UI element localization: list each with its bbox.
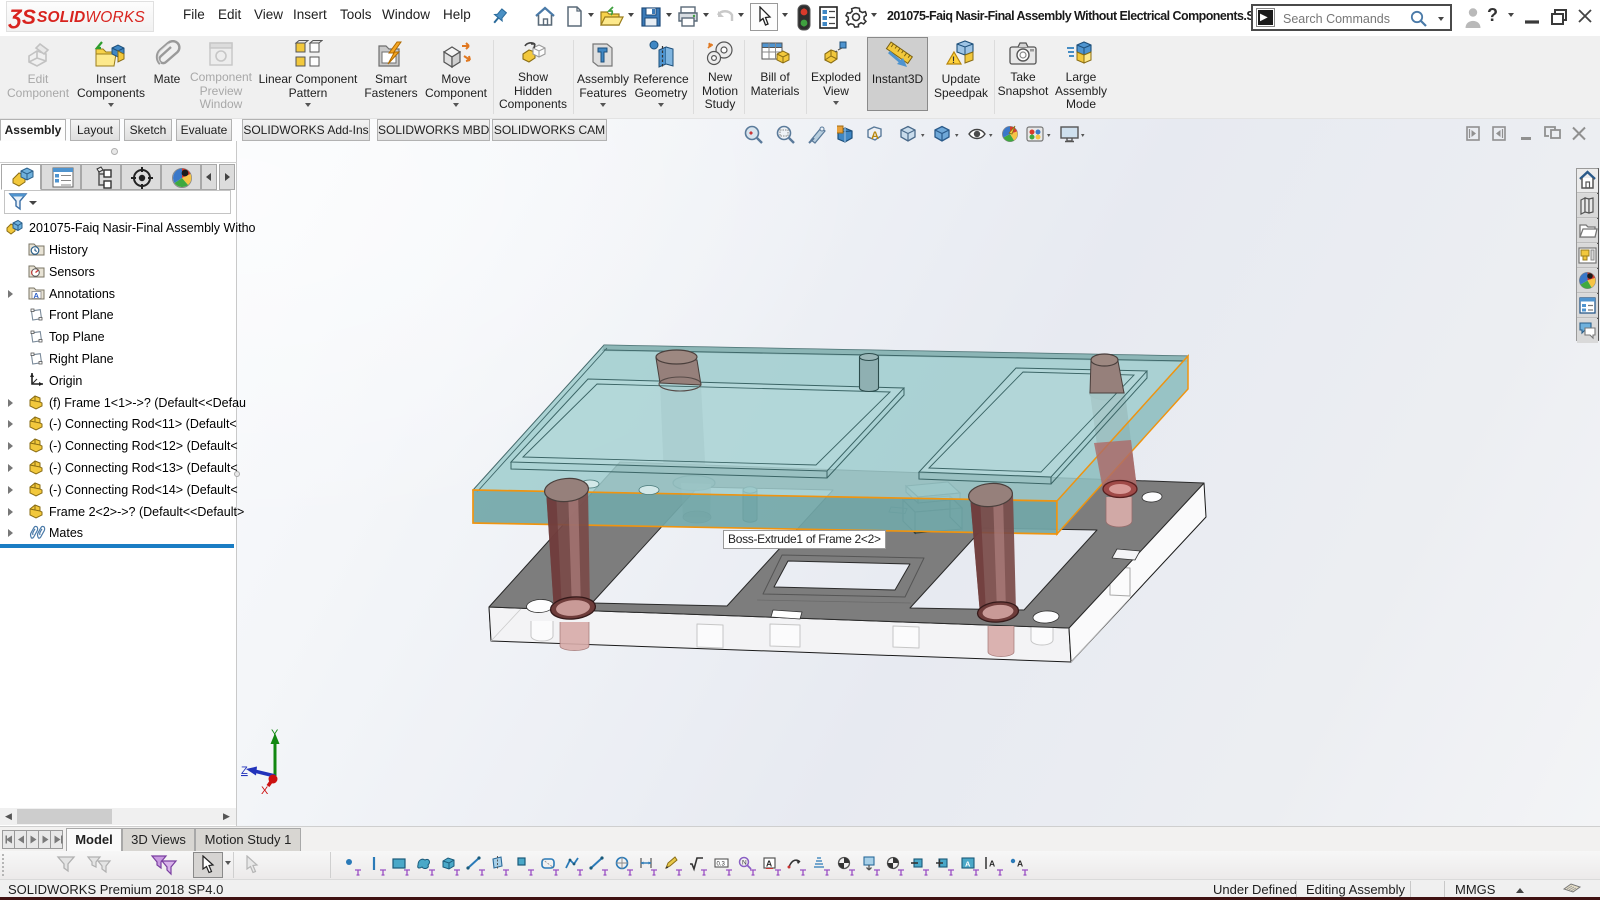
svg-text:A: A [965,860,971,869]
svg-text:A: A [871,130,879,142]
svg-text:A: A [34,291,40,300]
svg-text:A: A [989,859,995,869]
svg-text:0.3: 0.3 [716,862,725,868]
svg-text:!: ! [952,55,955,65]
svg-text:Y: Y [271,728,279,740]
svg-text:X: X [261,785,269,797]
svg-text:A: A [766,859,772,869]
svg-text:Z: Z [241,765,248,777]
svg-text:N: N [742,860,747,867]
svg-text:ƷS: ƷS [8,6,36,29]
svg-text:A: A [1017,859,1023,869]
svg-text:SOLIDWORKS: SOLIDWORKS [37,9,145,26]
